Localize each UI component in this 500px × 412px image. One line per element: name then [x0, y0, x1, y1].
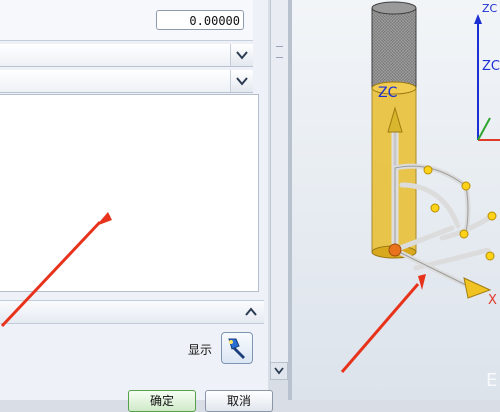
section-header[interactable] [0, 300, 264, 324]
dropdown-row-2[interactable] [0, 70, 253, 93]
x-axis-cone [463, 277, 492, 299]
list-area[interactable] [0, 94, 259, 292]
dropdown-button-1[interactable] [230, 44, 253, 66]
panel-scrollbar[interactable] [270, 0, 289, 380]
value-row: 0.00000 [0, 0, 253, 41]
graphics-viewport[interactable]: ZC X ZC ZC E [292, 0, 500, 400]
annotation-arrow-right [340, 274, 426, 373]
chevron-down-icon [236, 51, 248, 60]
show-button[interactable] [221, 332, 253, 364]
watermark-logo: E [486, 370, 497, 391]
axis-label-x: X [488, 293, 497, 308]
axis-label-z-top: ZC [482, 2, 498, 15]
collapse-button[interactable] [240, 301, 262, 323]
ok-button[interactable]: 确定 [128, 390, 196, 412]
value-input[interactable]: 0.00000 [156, 10, 244, 30]
axis-label-zc-corner: ZC [482, 59, 500, 74]
show-label: 显示 [188, 343, 213, 357]
dropdown-row-1[interactable] [0, 44, 253, 67]
axis-label-zc: ZC [378, 85, 398, 101]
dialog-panel: 0.00000 显示 确定 取消 [0, 0, 273, 412]
cancel-button[interactable]: 取消 [205, 390, 273, 412]
chevron-down-icon [274, 367, 284, 375]
chevron-down-icon [236, 77, 248, 86]
cylinder-mesh-section [371, 1, 417, 89]
wcs-triad [474, 14, 500, 141]
chevron-up-icon [245, 307, 257, 316]
scroll-down-button[interactable] [270, 362, 288, 380]
scene-svg: ZC X ZC ZC E [340, 1, 500, 391]
dropdown-button-2[interactable] [230, 70, 253, 92]
scroll-grip[interactable] [276, 46, 283, 58]
flashlight-icon [228, 338, 245, 359]
